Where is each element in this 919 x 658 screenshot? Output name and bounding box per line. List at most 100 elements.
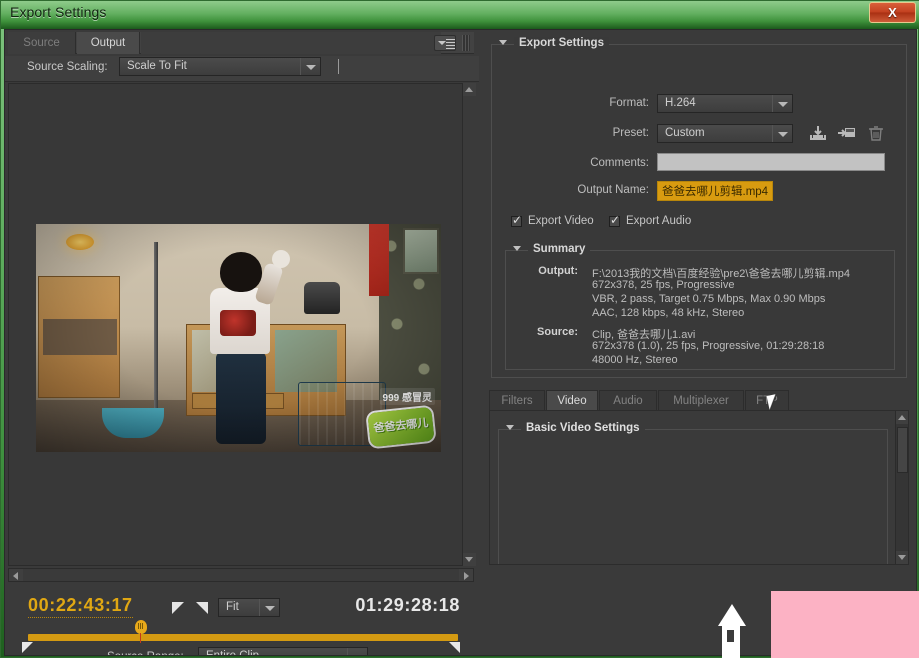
zoom-level-value: Fit <box>226 601 239 613</box>
scroll-down-button[interactable] <box>896 551 908 564</box>
tab-audio[interactable]: Audio <box>599 390 657 410</box>
summary-output-line-1: 672x378, 25 fps, Progressive <box>592 279 735 291</box>
preset-value: Custom <box>665 127 705 139</box>
chevron-left-icon <box>13 572 18 580</box>
chevron-right-icon <box>464 572 469 580</box>
output-name-value[interactable]: 爸爸去哪儿剪辑.mp4 <box>657 181 774 201</box>
close-button[interactable]: X <box>869 2 916 23</box>
preset-dropdown[interactable]: Custom <box>657 124 793 143</box>
tab-ftp[interactable]: FTP <box>745 390 789 410</box>
zoom-level-dropdown[interactable]: Fit <box>218 598 280 617</box>
checkbox-box <box>511 213 522 227</box>
source-range-label: Source Range: <box>107 651 184 655</box>
mark-in-icon[interactable] <box>172 602 186 616</box>
source-scaling-row: Source Scaling: Scale To Fit <box>5 56 479 82</box>
chevron-down-icon <box>265 605 275 611</box>
summary-source-line-2: 48000 Hz, Stereo <box>592 354 678 366</box>
transport-controls: 00:22:43:17 01:29:28:18 Fit <box>8 584 474 653</box>
scroll-right-button[interactable] <box>459 569 473 581</box>
tab-source[interactable]: Source <box>8 32 76 54</box>
tab-filters[interactable]: Filters <box>489 390 545 410</box>
checkbox-box <box>609 213 620 227</box>
chevron-down-icon <box>306 64 316 70</box>
scroll-down-button[interactable] <box>463 553 476 566</box>
scroll-up-button[interactable] <box>463 83 476 96</box>
comments-input[interactable] <box>657 153 885 171</box>
preview-vertical-scrollbar[interactable] <box>462 83 476 566</box>
scene-vignette <box>36 224 441 452</box>
dropdown-arrow-box <box>772 125 792 142</box>
chevron-down-icon <box>353 654 363 655</box>
dropdown-arrow-box <box>259 599 279 616</box>
window-frame: Export Settings X Source Output Source S… <box>0 0 919 658</box>
delete-preset-icon[interactable] <box>865 122 887 144</box>
timeline-track[interactable] <box>28 634 458 641</box>
summary-title: Summary <box>528 243 591 255</box>
source-scaling-label: Source Scaling: <box>27 61 108 73</box>
playhead-stem <box>140 633 141 643</box>
disclosure-triangle-icon[interactable] <box>506 425 514 430</box>
title-bar[interactable]: Export Settings X <box>1 1 919 29</box>
comments-label: Comments: <box>590 157 649 169</box>
preview-panel: Source Output Source Scaling: Scale To F… <box>5 30 479 655</box>
preset-label: Preset: <box>612 127 649 139</box>
scroll-left-button[interactable] <box>9 569 23 581</box>
source-scaling-value: Scale To Fit <box>127 60 187 72</box>
import-preset-icon[interactable] <box>836 122 858 144</box>
text-caret <box>338 59 339 74</box>
source-range-dropdown[interactable]: Entire Clip <box>198 647 368 656</box>
tab-video[interactable]: Video <box>546 390 598 410</box>
summary-source-line-1: 672x378 (1.0), 25 fps, Progressive, 01:2… <box>592 340 825 352</box>
format-tab-bar: Filters Video Audio Multiplexer FTP <box>489 390 909 410</box>
pink-overlay-block <box>771 591 919 658</box>
video-settings-scrollbar[interactable] <box>895 411 908 564</box>
summary-output-key: Output: <box>538 265 578 277</box>
video-preview-area[interactable]: 999 感冒灵 爸爸去哪儿 <box>8 83 474 566</box>
dropdown-arrow-box <box>300 58 320 75</box>
preview-horizontal-scrollbar[interactable] <box>8 568 474 582</box>
tab-multiplexer[interactable]: Multiplexer <box>658 390 744 410</box>
mark-in-glyph <box>172 602 184 614</box>
chevron-down-icon <box>778 101 788 107</box>
chevron-down-icon <box>778 131 788 137</box>
disclosure-triangle-icon[interactable] <box>499 40 507 45</box>
disclosure-triangle-icon[interactable] <box>513 246 521 251</box>
export-audio-label: Export Audio <box>626 215 692 227</box>
format-value: H.264 <box>665 97 696 109</box>
basic-video-settings-group: Basic Video Settings <box>498 422 888 564</box>
summary-output-line-3: AAC, 128 kbps, 48 kHz, Stereo <box>592 307 745 319</box>
summary-output-line-2: VBR, 2 pass, Target 0.75 Mbps, Max 0.90 … <box>592 293 826 305</box>
source-range-value: Entire Clip <box>206 650 260 656</box>
panel-grip[interactable] <box>462 35 470 51</box>
total-duration-timecode: 01:29:28:18 <box>355 595 460 615</box>
chevron-up-icon <box>898 415 906 420</box>
scrollbar-thumb[interactable] <box>897 427 908 473</box>
summary-group: Summary Output: F:\2013我的文档\百度经验\pre2\爸爸… <box>505 243 895 370</box>
video-settings-pane: Basic Video Settings <box>489 410 909 565</box>
mark-out-icon[interactable] <box>196 602 210 616</box>
playhead-grip <box>138 623 144 629</box>
chevron-up-icon <box>465 87 473 92</box>
playhead-marker[interactable] <box>134 620 148 643</box>
export-video-label: Export Video <box>528 215 594 227</box>
video-frame: 999 感冒灵 爸爸去哪儿 <box>36 224 441 452</box>
panel-menu-icon[interactable] <box>434 35 456 51</box>
basic-video-settings-title: Basic Video Settings <box>521 422 645 434</box>
current-timecode[interactable]: 00:22:43:17 <box>28 595 133 618</box>
chevron-down-icon <box>465 557 473 562</box>
hamburger-lines-icon <box>446 39 455 49</box>
dialog-client-area: Source Output Source Scaling: Scale To F… <box>4 29 917 656</box>
chevron-down-icon <box>898 555 906 560</box>
tab-bar-filler <box>141 32 441 54</box>
dropdown-arrow-box <box>347 648 367 655</box>
save-preset-icon[interactable] <box>807 122 829 144</box>
format-label: Format: <box>609 97 649 109</box>
tab-output[interactable]: Output <box>77 32 140 54</box>
scroll-up-button[interactable] <box>896 411 908 424</box>
source-scaling-dropdown[interactable]: Scale To Fit <box>119 57 321 76</box>
output-name-label: Output Name: <box>577 184 649 196</box>
mark-out-glyph <box>196 602 208 614</box>
settings-panel: Export Settings Format: H.264 Preset: Cu… <box>481 30 916 655</box>
format-dropdown[interactable]: H.264 <box>657 94 793 113</box>
export-settings-title: Export Settings <box>514 37 609 49</box>
